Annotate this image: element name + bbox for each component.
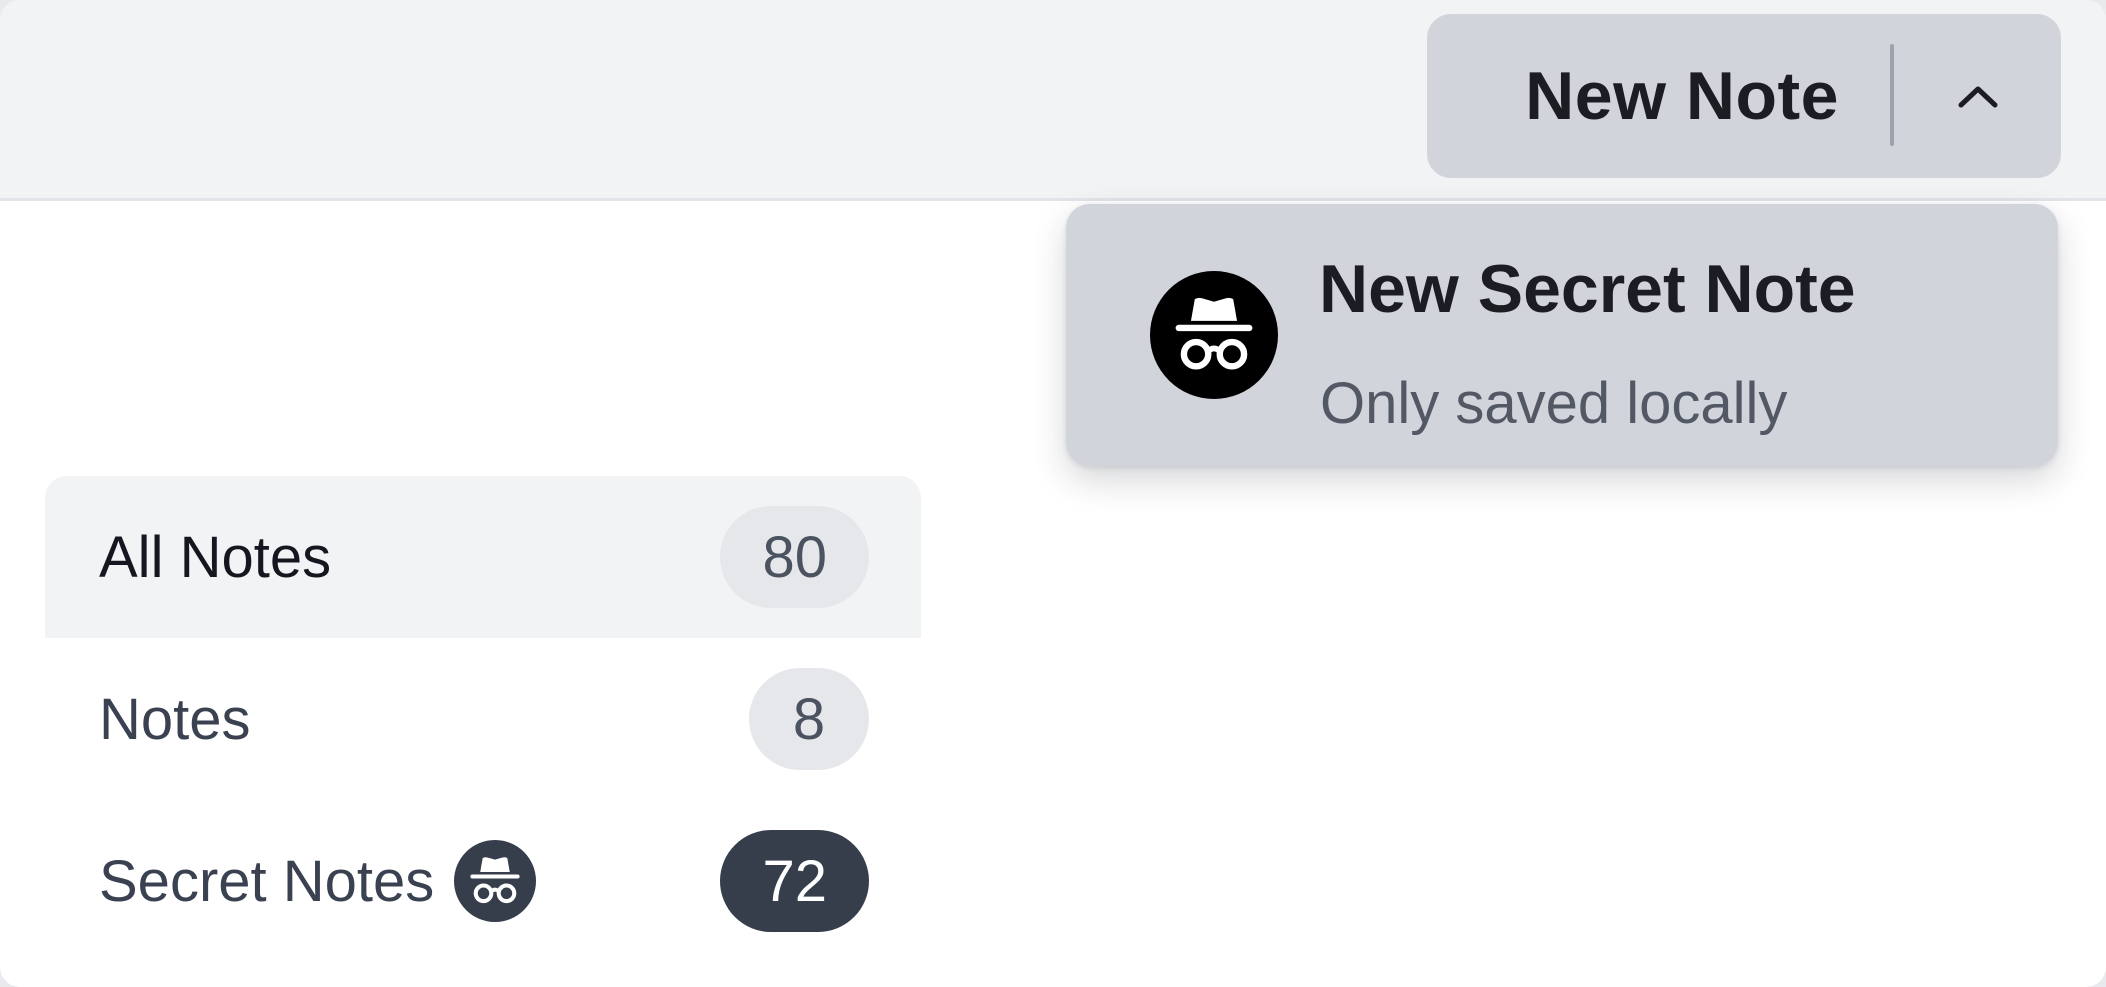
count-badge: 80 [720,506,869,608]
sidebar-item-label: Notes [99,686,251,752]
sidebar-item-secret-notes[interactable]: Secret Notes 72 [45,800,921,962]
new-note-split-button: New Note [1427,14,2061,178]
top-toolbar: New Note [0,0,2106,201]
incognito-icon [454,840,537,922]
sidebar-item-label: Secret Notes [99,848,435,914]
new-secret-note-menu-item[interactable]: New Secret Note Only saved locally [1066,204,2058,466]
notes-sidebar-list: All Notes 80 Notes 8 Secret Notes 72 [45,476,921,962]
sidebar-item-all-notes[interactable]: All Notes 80 [45,476,921,638]
new-note-button[interactable]: New Note [1427,14,1889,178]
menu-item-title: New Secret Note [1319,251,1856,327]
chevron-up-icon [1958,86,1997,108]
app-window: New Note New Secret Note Only saved loca… [0,0,2106,987]
new-note-options-toggle[interactable] [1894,14,2061,178]
sidebar-item-label: All Notes [99,524,332,590]
count-badge: 72 [720,830,869,932]
sidebar-item-notes[interactable]: Notes 8 [45,638,921,800]
new-note-button-label: New Note [1525,58,1839,134]
incognito-icon [1150,271,1278,399]
menu-item-subtitle: Only saved locally [1320,371,1788,436]
new-note-dropdown-menu: New Secret Note Only saved locally [1066,204,2058,466]
count-badge: 8 [749,668,869,770]
